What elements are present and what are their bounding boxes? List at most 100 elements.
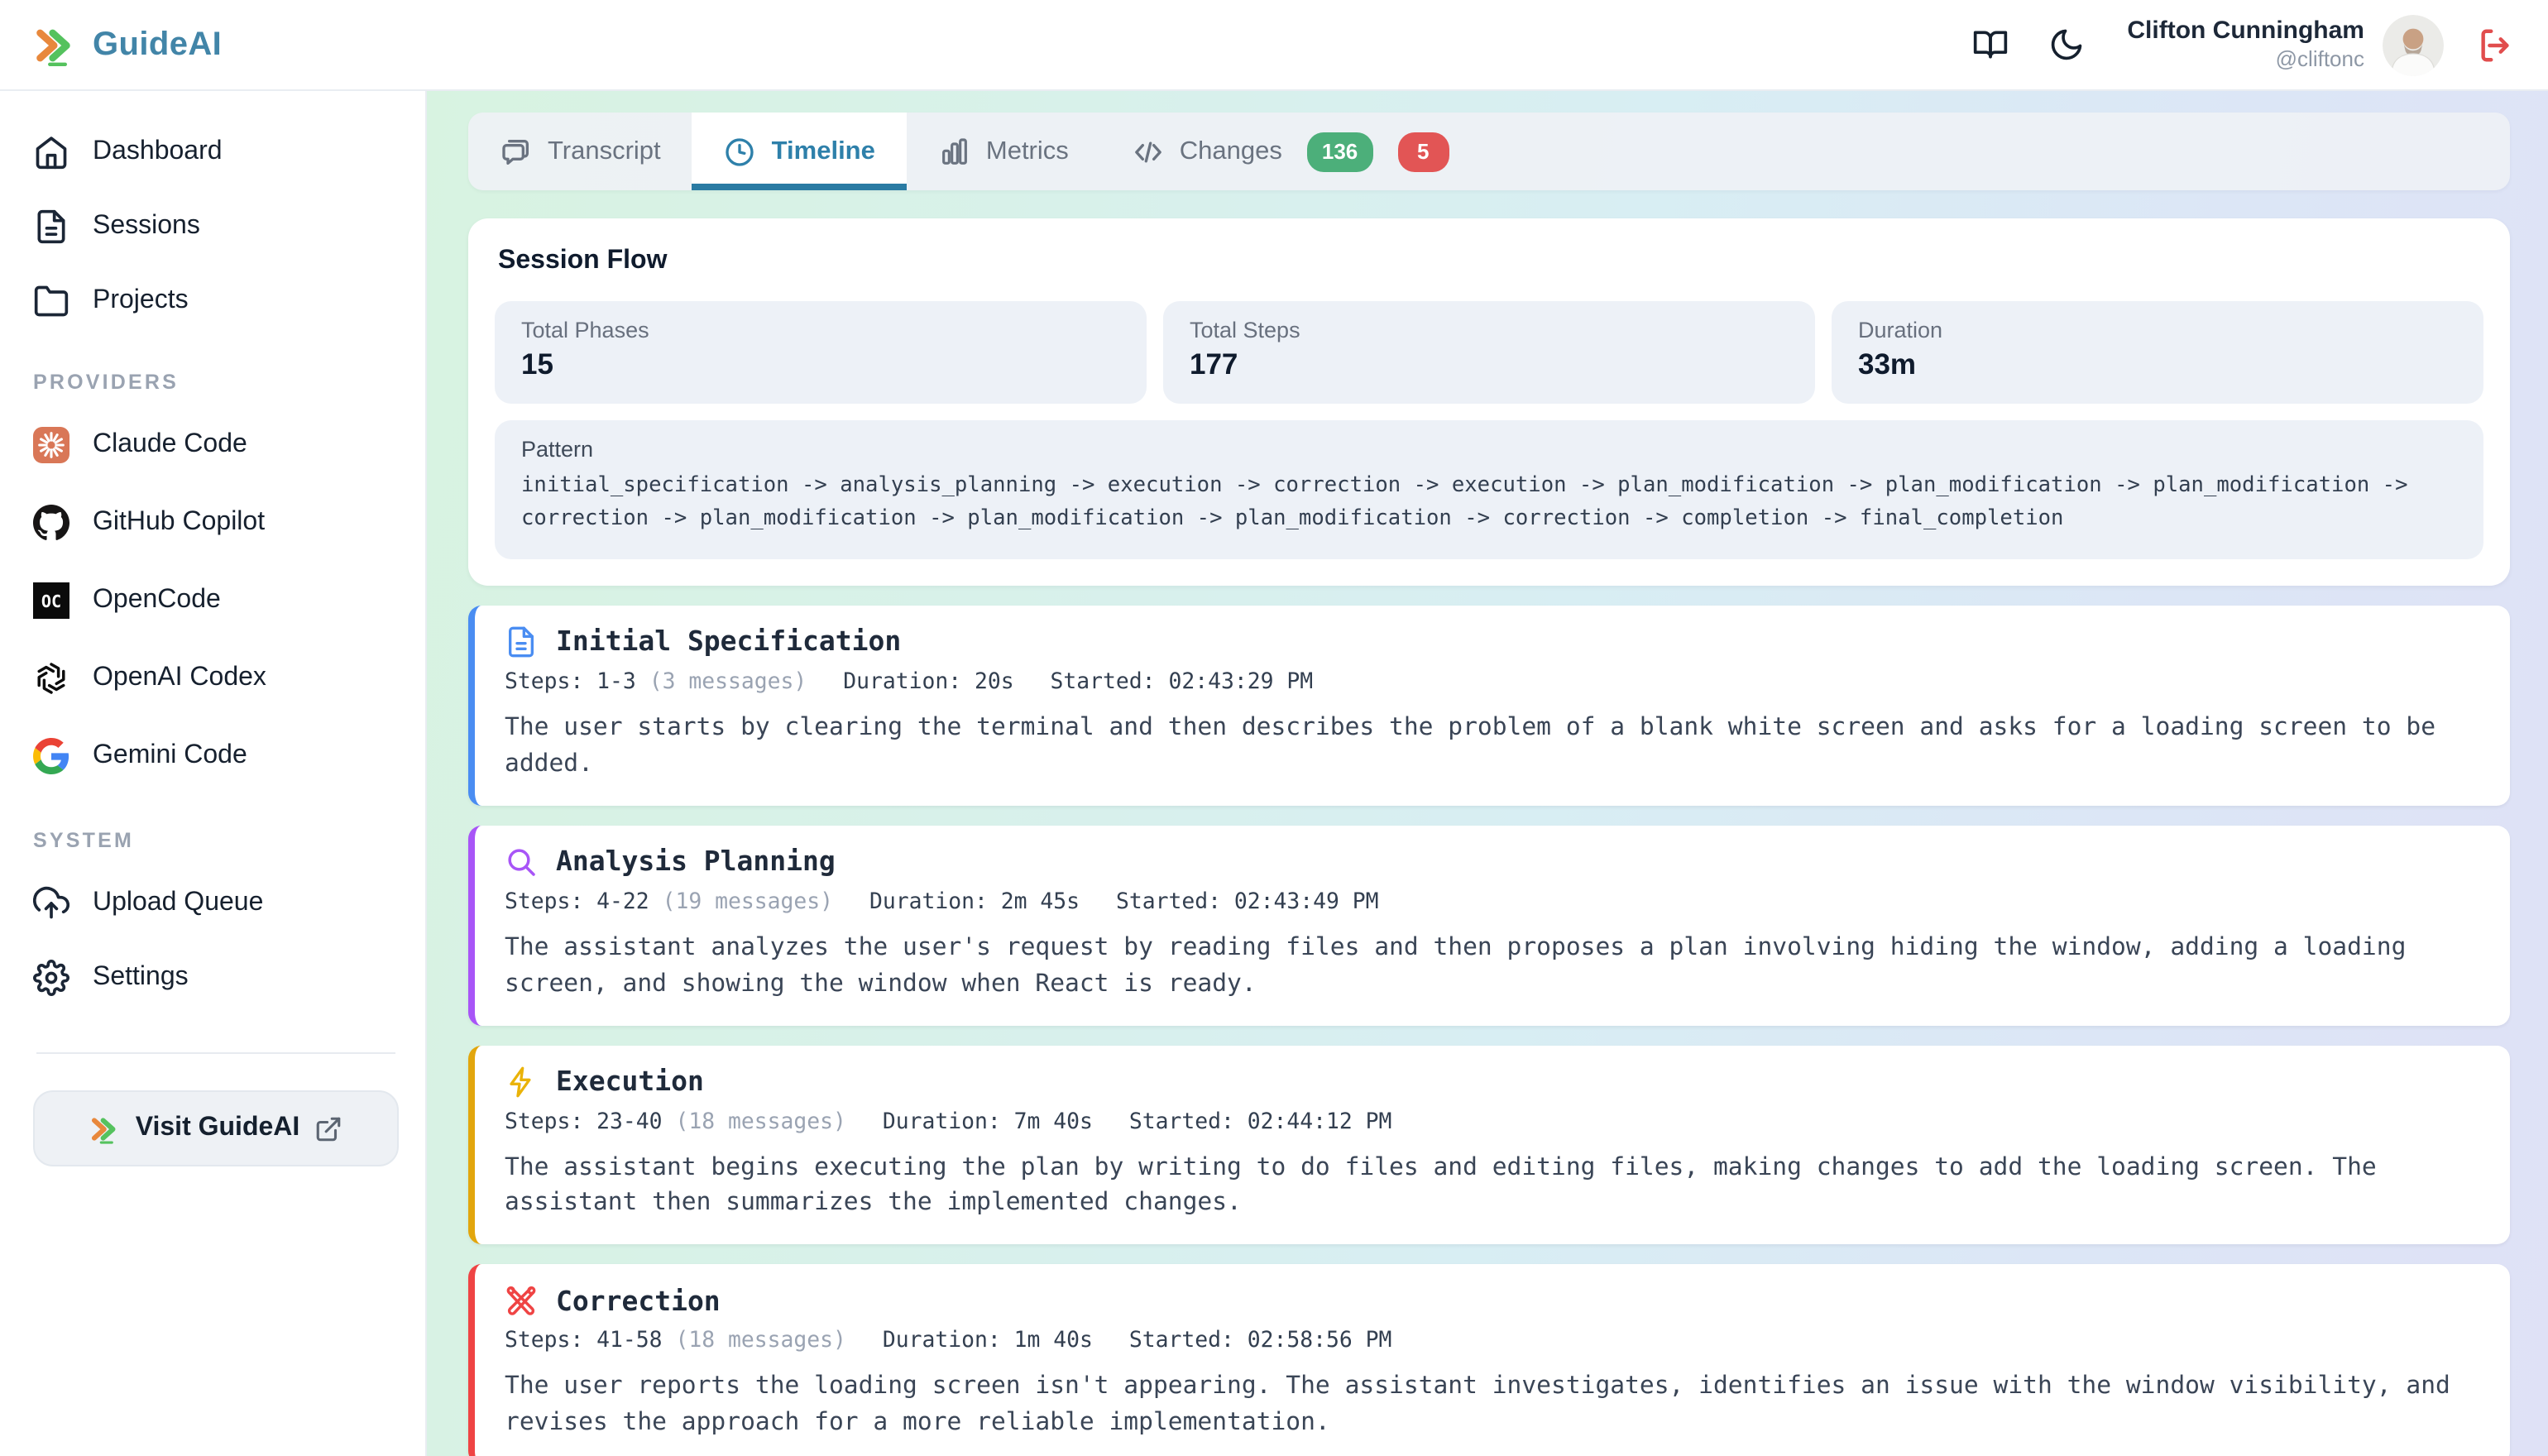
- sidebar-item-github-copilot[interactable]: GitHub Copilot: [33, 505, 399, 541]
- metrics-chart-icon: [938, 135, 971, 168]
- phase-steps: Steps: 1-3: [505, 670, 636, 695]
- phase-duration: Duration: 20s: [843, 670, 1013, 695]
- phase-title: Initial Specification: [556, 626, 901, 658]
- phase-duration: Duration: 2m 45s: [869, 889, 1080, 914]
- phase-duration: Duration: 7m 40s: [883, 1109, 1093, 1134]
- phase-steps: Steps: 23-40: [505, 1109, 663, 1134]
- phase-started: Started: 02:58:56 PM: [1129, 1329, 1392, 1354]
- sidebar-item-label: GitHub Copilot: [93, 508, 265, 538]
- phase-started: Started: 02:44:12 PM: [1129, 1109, 1392, 1134]
- avatar[interactable]: [2383, 14, 2444, 75]
- app-header: GuideAI Clifton Cunningham @cliftonc: [0, 0, 2548, 91]
- tab-bar: Transcript Timeline: [468, 113, 2510, 190]
- phase-card-execution[interactable]: Execution Steps: 23-40 (18 messages) Dur…: [468, 1045, 2510, 1245]
- brand-logo[interactable]: GuideAI: [33, 22, 222, 67]
- phase-card-correction[interactable]: Correction Steps: 41-58 (18 messages) Du…: [468, 1265, 2510, 1456]
- document-icon: [505, 625, 538, 659]
- phase-meta: Steps: 1-3 (3 messages) Duration: 20s St…: [505, 670, 2480, 695]
- sidebar-item-upload-queue[interactable]: Upload Queue: [33, 885, 399, 922]
- sidebar-item-projects[interactable]: Projects: [33, 283, 399, 319]
- svg-text:OC: OC: [41, 592, 61, 611]
- phase-title: Analysis Planning: [556, 845, 836, 877]
- sidebar-item-label: Sessions: [93, 212, 200, 242]
- sessions-file-icon: [33, 208, 69, 245]
- pattern-value: initial_specification -> analysis_planni…: [521, 470, 2457, 538]
- sidebar-item-label: OpenCode: [93, 586, 221, 615]
- header-actions: Clifton Cunningham @cliftonc: [1932, 14, 2515, 75]
- phase-title: Correction: [556, 1286, 721, 1317]
- tab-label: Transcript: [548, 136, 661, 166]
- tab-label: Timeline: [772, 136, 875, 166]
- phase-steps: Steps: 41-58: [505, 1329, 663, 1354]
- main-content: Transcript Timeline: [427, 91, 2548, 1456]
- phase-card-initial-specification[interactable]: Initial Specification Steps: 1-3 (3 mess…: [468, 606, 2510, 806]
- github-logo-icon: [33, 505, 69, 541]
- tab-transcript[interactable]: Transcript: [468, 113, 692, 190]
- app-body: Dashboard Sessions Pro: [0, 91, 2548, 1456]
- session-flow-title: Session Flow: [498, 247, 2483, 276]
- phase-head: Execution: [505, 1065, 2480, 1098]
- visit-guideai-button[interactable]: Visit GuideAI: [33, 1090, 399, 1166]
- upload-cloud-icon: [33, 885, 69, 922]
- tab-timeline[interactable]: Timeline: [692, 113, 907, 190]
- phase-card-analysis-planning[interactable]: Analysis Planning Steps: 4-22 (19 messag…: [468, 825, 2510, 1025]
- phase-started: Started: 02:43:29 PM: [1051, 670, 1314, 695]
- providers-section-label: PROVIDERS: [33, 371, 399, 394]
- logout-icon[interactable]: [2477, 26, 2515, 64]
- guideai-chevrons-icon: [89, 1113, 121, 1144]
- phase-messages: (3 messages): [649, 670, 807, 695]
- sidebar-divider: [36, 1052, 395, 1054]
- phase-meta: Steps: 23-40 (18 messages) Duration: 7m …: [505, 1109, 2480, 1134]
- sidebar-item-label: Claude Code: [93, 430, 247, 460]
- changes-code-icon: [1132, 135, 1165, 168]
- tab-changes[interactable]: Changes 136 5: [1100, 113, 1481, 190]
- dark-mode-moon-icon[interactable]: [2048, 26, 2084, 63]
- sidebar-item-label: Projects: [93, 286, 189, 316]
- sidebar-item-sessions[interactable]: Sessions: [33, 208, 399, 245]
- phase-steps: Steps: 4-22: [505, 889, 649, 914]
- stat-value: 15: [521, 347, 1120, 382]
- phase-messages: (19 messages): [663, 889, 833, 914]
- phase-head: Analysis Planning: [505, 845, 2480, 878]
- stat-duration: Duration 33m: [1832, 301, 2483, 404]
- sidebar-item-dashboard[interactable]: Dashboard: [33, 134, 399, 170]
- phase-messages: (18 messages): [675, 1109, 845, 1134]
- search-icon: [505, 845, 538, 878]
- phase-meta: Steps: 41-58 (18 messages) Duration: 1m …: [505, 1329, 2480, 1354]
- changes-added-badge: 136: [1307, 132, 1372, 171]
- claude-logo-icon: [33, 427, 69, 463]
- transcript-chat-icon: [500, 135, 533, 168]
- stat-total-phases: Total Phases 15: [495, 301, 1147, 404]
- stat-value: 177: [1190, 347, 1789, 382]
- sidebar-item-label: OpenAI Codex: [93, 663, 266, 693]
- sidebar-item-label: Gemini Code: [93, 741, 247, 771]
- sidebar-item-settings[interactable]: Settings: [33, 960, 399, 996]
- user-name: Clifton Cunningham: [2127, 16, 2364, 47]
- settings-gear-icon: [33, 960, 69, 996]
- phase-head: Initial Specification: [505, 625, 2480, 659]
- phase-description: The assistant analyzes the user's reques…: [505, 929, 2480, 1002]
- docs-book-icon[interactable]: [1971, 26, 2008, 63]
- sidebar-item-opencode[interactable]: OC OpenCode: [33, 582, 399, 619]
- user-info[interactable]: Clifton Cunningham @cliftonc: [2127, 16, 2364, 74]
- sidebar-item-label: Upload Queue: [93, 888, 263, 918]
- sidebar-item-gemini-code[interactable]: Gemini Code: [33, 738, 399, 774]
- stat-label: Duration: [1858, 318, 2457, 342]
- stat-label: Total Steps: [1190, 318, 1789, 342]
- tab-label: Changes: [1180, 136, 1282, 166]
- phase-description: The user starts by clearing the terminal…: [505, 710, 2480, 783]
- home-icon: [33, 134, 69, 170]
- sidebar-item-label: Dashboard: [93, 137, 223, 167]
- changes-removed-badge: 5: [1397, 132, 1449, 171]
- sidebar-item-openai-codex[interactable]: OpenAI Codex: [33, 660, 399, 697]
- openai-logo-icon: [33, 660, 69, 697]
- system-section-label: SYSTEM: [33, 829, 399, 852]
- user-handle: @cliftonc: [2127, 47, 2364, 74]
- phase-messages: (18 messages): [675, 1329, 845, 1354]
- sidebar-item-claude-code[interactable]: Claude Code: [33, 427, 399, 463]
- sidebar-footer: Visit GuideAI: [33, 1052, 399, 1166]
- projects-folder-icon: [33, 283, 69, 319]
- stat-value: 33m: [1858, 347, 2457, 382]
- tab-metrics[interactable]: Metrics: [907, 113, 1100, 190]
- sidebar: Dashboard Sessions Pro: [0, 91, 427, 1456]
